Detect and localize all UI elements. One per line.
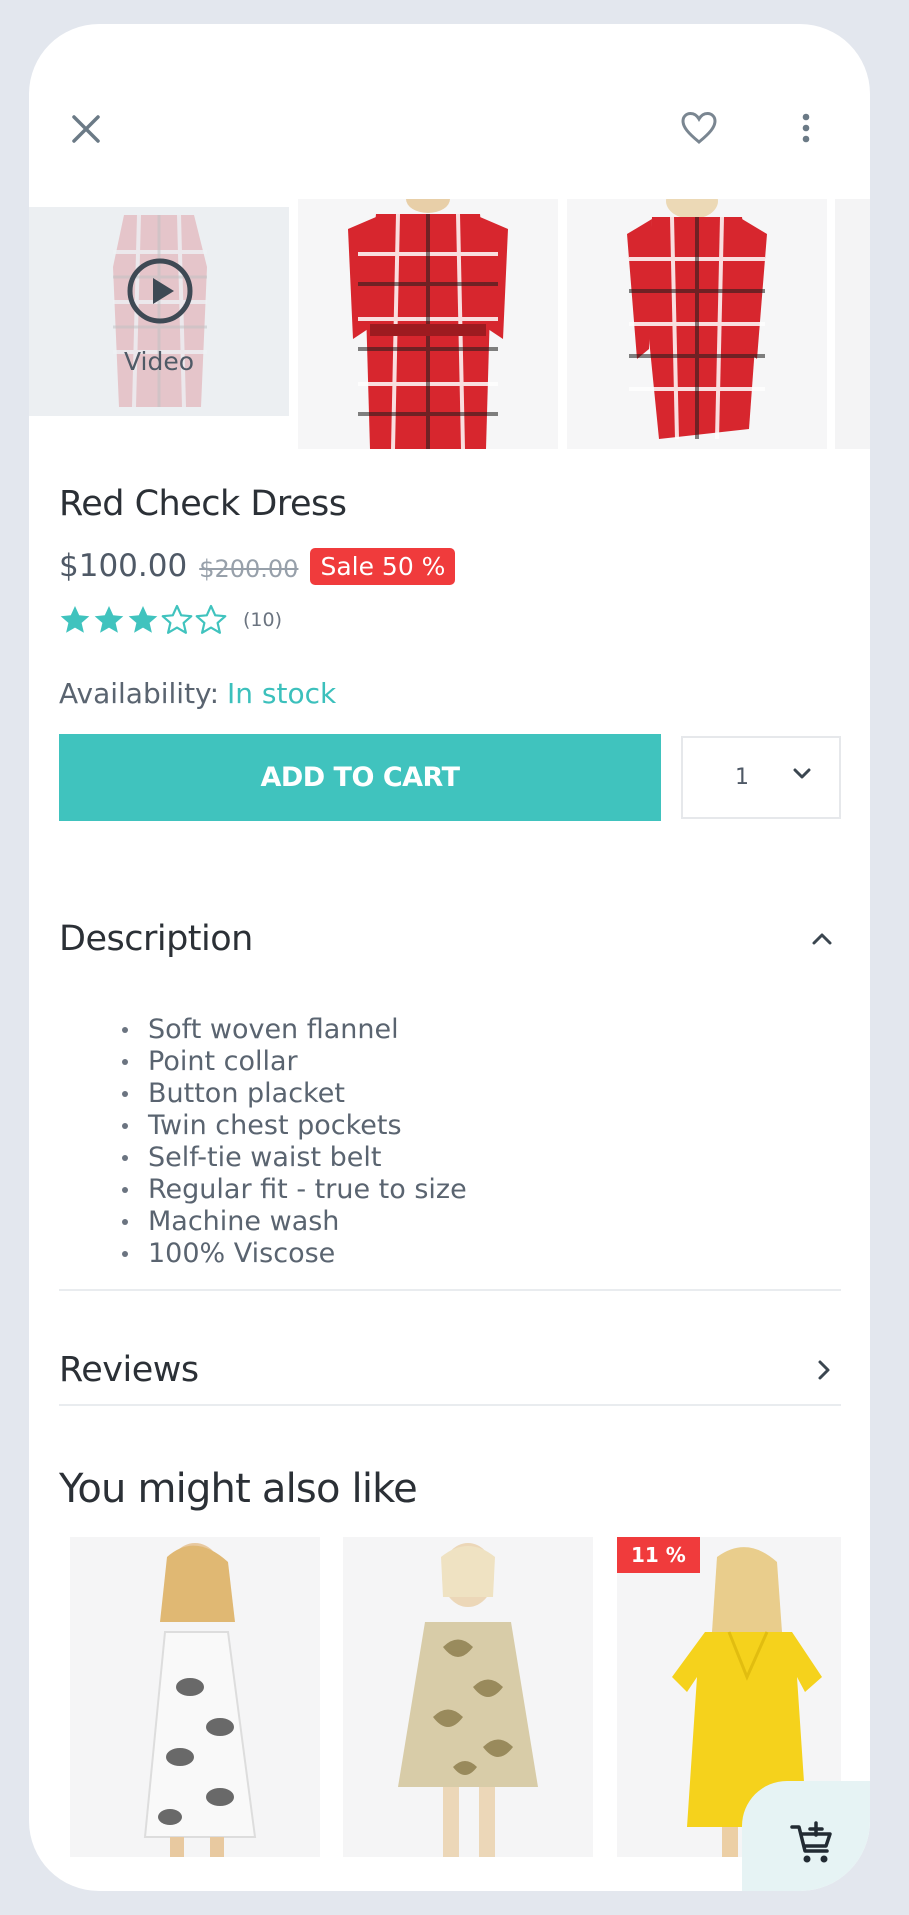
rating-count: (10) [243, 609, 283, 631]
star-empty-icon [161, 604, 193, 634]
description-item-text: Twin chest pockets [148, 1110, 402, 1141]
play-icon [127, 258, 193, 324]
bullet [122, 1251, 128, 1257]
divider [59, 1404, 841, 1406]
heart-icon [681, 111, 717, 144]
description-item: Regular fit - true to size [119, 1174, 467, 1206]
product-image [343, 1537, 593, 1857]
description-item-text: Button placket [148, 1078, 345, 1109]
sale-badge: Sale 50 % [310, 547, 456, 585]
gallery-image-next[interactable] [835, 199, 870, 449]
product-image [70, 1537, 320, 1857]
reviews-row[interactable]: Reviews [59, 1312, 841, 1427]
phone-screen: Video Red Check Dress $100.00 $200.00 Sa… [29, 24, 870, 1891]
availability-label: Availability: [59, 677, 220, 710]
gallery-image-back[interactable] [567, 199, 827, 449]
gallery-video-thumbnail[interactable]: Video [29, 207, 289, 416]
add-to-cart-button[interactable]: ADD TO CART [59, 734, 661, 821]
close-button[interactable] [61, 104, 111, 154]
add-to-cart-fab[interactable] [742, 1781, 870, 1891]
rating-stars [59, 604, 229, 636]
recommendations-carousel[interactable]: 11 % [70, 1537, 841, 1857]
description-item: Soft woven flannel [119, 1014, 467, 1046]
add-to-cart-icon [790, 1820, 832, 1862]
bullet [122, 1219, 128, 1225]
description-item: Point collar [119, 1046, 467, 1078]
star-filled-icon [128, 606, 158, 633]
bullet [122, 1059, 128, 1065]
product-card[interactable] [343, 1537, 593, 1857]
description-item-text: Machine wash [148, 1206, 340, 1237]
bullet [122, 1091, 128, 1097]
quantity-select[interactable]: 1 [681, 736, 841, 819]
star-filled-icon [94, 606, 124, 633]
description-item-text: Point collar [148, 1046, 298, 1077]
bullet [122, 1187, 128, 1193]
star-empty-icon [195, 604, 227, 634]
description-item-text: 100% Viscose [148, 1238, 336, 1269]
chevron-up-icon[interactable] [811, 932, 833, 946]
product-gallery[interactable]: Video [29, 199, 870, 449]
bullet [122, 1123, 128, 1129]
description-title: Description [59, 919, 253, 959]
availability: Availability: In stock [59, 677, 336, 710]
description-item: Button placket [119, 1078, 467, 1110]
description-item: Twin chest pockets [119, 1110, 467, 1142]
dress-front-image [298, 199, 558, 449]
top-bar [29, 24, 870, 199]
bullet [122, 1027, 128, 1033]
quantity-value: 1 [735, 765, 749, 790]
bullet [122, 1155, 128, 1161]
description-item: Self-tie waist belt [119, 1142, 467, 1174]
chevron-right-icon [818, 1360, 830, 1379]
more-options-button[interactable] [786, 102, 826, 154]
close-icon [72, 115, 100, 143]
description-item-text: Regular fit - true to size [148, 1174, 467, 1205]
price-row: $100.00 $200.00 Sale 50 % [59, 544, 456, 588]
description-item-text: Soft woven flannel [148, 1014, 399, 1045]
description-item: Machine wash [119, 1206, 467, 1238]
star-filled-icon [60, 606, 90, 633]
product-title: Red Check Dress [59, 484, 347, 524]
more-vertical-icon [802, 113, 810, 143]
description-header[interactable]: Description [59, 904, 841, 974]
description-list: Soft woven flannel Point collar Button pla… [119, 1014, 467, 1270]
recommendations-title: You might also like [59, 1466, 418, 1512]
current-price: $100.00 [59, 548, 188, 584]
product-card[interactable] [70, 1537, 320, 1857]
video-label: Video [123, 347, 195, 376]
availability-status: In stock [227, 677, 337, 710]
divider [59, 1289, 841, 1291]
original-price: $200.00 [199, 555, 299, 583]
discount-badge: 11 % [617, 1537, 700, 1573]
product-rating[interactable]: (10) [59, 604, 282, 636]
reviews-title: Reviews [59, 1349, 199, 1390]
dress-back-image [567, 199, 827, 449]
gallery-image-front[interactable] [298, 199, 558, 449]
chevron-down-icon [793, 768, 811, 779]
wishlist-button[interactable] [673, 102, 725, 154]
description-item-text: Self-tie waist belt [148, 1142, 382, 1173]
description-item: 100% Viscose [119, 1238, 467, 1270]
